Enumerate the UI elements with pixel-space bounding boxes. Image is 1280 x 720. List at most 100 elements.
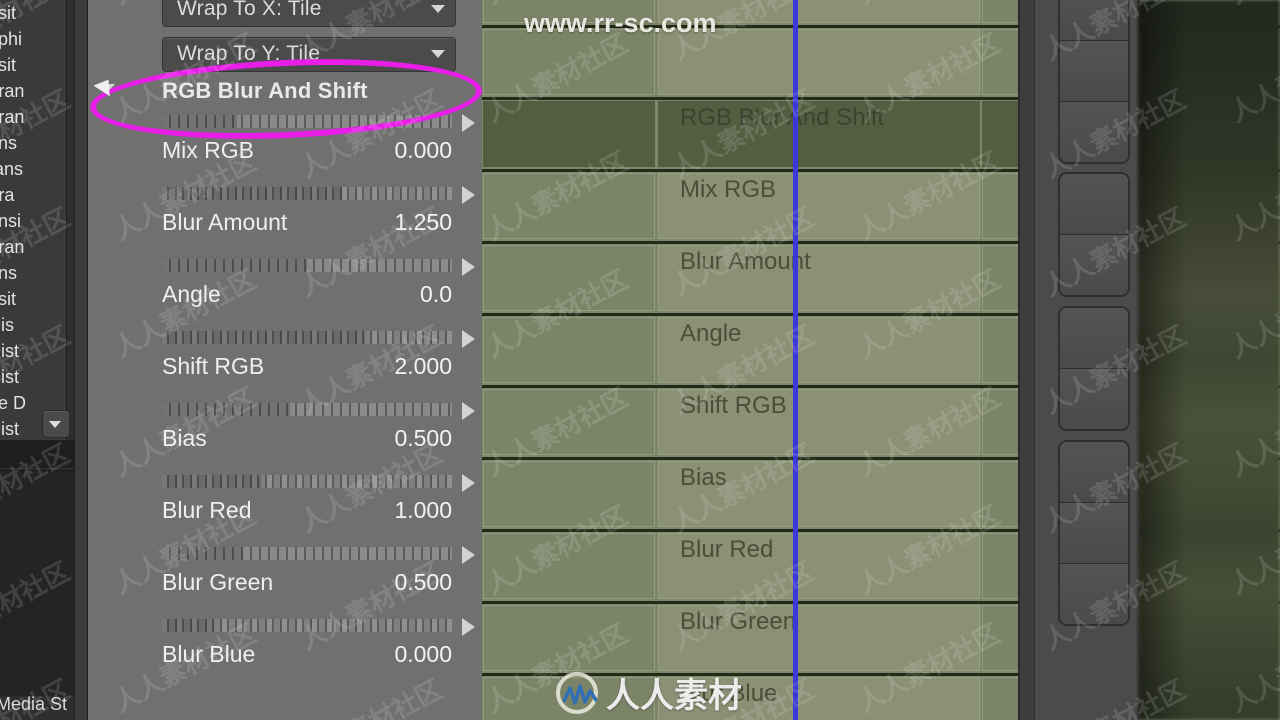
triangle-right-icon[interactable] bbox=[462, 330, 475, 348]
timeline-row-label: Blur Blue bbox=[680, 680, 778, 707]
effect-group-title[interactable]: RGB Blur And Shift bbox=[162, 78, 462, 104]
rail-button-group[interactable] bbox=[1058, 306, 1130, 431]
rail-button[interactable] bbox=[1060, 442, 1128, 503]
timeline-cell-left[interactable] bbox=[483, 317, 655, 383]
parameter-value[interactable]: 0.500 bbox=[266, 425, 452, 452]
parameter-value[interactable]: 1.250 bbox=[266, 209, 452, 236]
effects-list-item[interactable]: Dist bbox=[0, 338, 66, 364]
parameter-row: Blur Green 0.500 bbox=[86, 546, 482, 619]
triangle-right-icon[interactable] bbox=[462, 618, 475, 636]
effects-list-item[interactable]: Tra bbox=[0, 182, 66, 208]
wrap-to-x-label: Wrap To X: Tile bbox=[177, 0, 322, 20]
triangle-right-icon[interactable] bbox=[462, 474, 475, 492]
parameter-label: Mix RGB bbox=[162, 137, 254, 163]
parameter-row: Shift RGB 2.000 bbox=[86, 330, 482, 403]
browser-lower-pane[interactable] bbox=[0, 470, 75, 696]
playhead-marker[interactable] bbox=[793, 0, 798, 720]
slider-fill bbox=[162, 619, 215, 632]
parameter-slider[interactable] bbox=[162, 547, 452, 560]
timeline-cell-left[interactable] bbox=[483, 0, 655, 23]
timeline-row-label: Bias bbox=[680, 464, 727, 491]
parameter-panel[interactable]: Wrap To X: Tile Wrap To Y: Tile RGB Blur… bbox=[86, 0, 482, 720]
parameter-row: Bias 0.500 bbox=[86, 402, 482, 475]
slider-fill bbox=[162, 259, 307, 272]
rail-button-group[interactable] bbox=[1058, 440, 1130, 626]
triangle-right-icon[interactable] bbox=[462, 258, 475, 276]
effects-list-item[interactable]: Dist bbox=[0, 364, 66, 390]
effects-list-item[interactable]: nsit bbox=[0, 0, 66, 26]
rail-button[interactable] bbox=[1060, 235, 1128, 295]
triangle-right-icon[interactable] bbox=[462, 186, 475, 204]
timeline-cell-left[interactable] bbox=[483, 605, 655, 671]
wrap-to-x-dropdown[interactable]: Wrap To X: Tile bbox=[162, 0, 456, 27]
effects-list[interactable]: nsitophinsitTranTranansransTraansiTranan… bbox=[0, 0, 67, 440]
effects-list-item[interactable]: ans bbox=[0, 260, 66, 286]
parameter-value[interactable]: 2.000 bbox=[266, 353, 452, 380]
timeline-cell-left[interactable] bbox=[483, 29, 655, 95]
timeline-cell-left[interactable] bbox=[483, 677, 655, 720]
timeline-cell-left[interactable] bbox=[483, 245, 655, 311]
rail-button[interactable] bbox=[1060, 564, 1128, 624]
effects-list-item[interactable]: ophi bbox=[0, 26, 66, 52]
parameter-row: Blur Red 1.000 bbox=[86, 474, 482, 547]
parameter-slider[interactable] bbox=[162, 187, 452, 200]
rail-button[interactable] bbox=[1060, 41, 1128, 102]
triangle-right-icon[interactable] bbox=[462, 402, 475, 420]
timeline-cell-main[interactable] bbox=[658, 29, 980, 95]
rail-separator bbox=[1020, 0, 1035, 720]
effects-list-item[interactable]: Dis bbox=[0, 312, 66, 338]
parameter-value[interactable]: 0.500 bbox=[266, 569, 452, 596]
effects-list-item[interactable]: Tran bbox=[0, 78, 66, 104]
timeline-cell-left[interactable] bbox=[483, 461, 655, 527]
rail-button[interactable] bbox=[1060, 174, 1128, 235]
timeline-cell-left[interactable] bbox=[483, 173, 655, 239]
browser-divider bbox=[0, 440, 74, 468]
parameter-row: Mix RGB 0.000 bbox=[86, 114, 482, 187]
chevron-down-icon bbox=[431, 5, 445, 13]
effects-list-item[interactable]: ans bbox=[0, 130, 66, 156]
chevron-down-icon[interactable] bbox=[42, 410, 70, 438]
rail-button-group[interactable] bbox=[1058, 0, 1130, 164]
effects-list-item[interactable]: Tran bbox=[0, 234, 66, 260]
triangle-right-icon[interactable] bbox=[462, 114, 475, 132]
triangle-right-icon[interactable] bbox=[462, 546, 475, 564]
rail-button[interactable] bbox=[1060, 102, 1128, 162]
rail-button[interactable] bbox=[1060, 308, 1128, 369]
effects-list-item[interactable]: Tran bbox=[0, 104, 66, 130]
parameter-slider[interactable] bbox=[162, 331, 452, 344]
parameter-value[interactable]: 0.000 bbox=[266, 641, 452, 668]
parameter-label: Shift RGB bbox=[162, 353, 265, 379]
timeline-cell-main[interactable] bbox=[658, 0, 980, 23]
effects-browser[interactable]: nsitophinsitTranTranansransTraansiTranan… bbox=[0, 0, 88, 720]
timeline-row-label: Angle bbox=[680, 320, 742, 347]
chevron-down-icon bbox=[431, 50, 445, 58]
timeline-cell-left[interactable] bbox=[483, 533, 655, 599]
effects-list-item[interactable]: ansi bbox=[0, 208, 66, 234]
effects-list-item[interactable]: nsit bbox=[0, 286, 66, 312]
effects-list-item[interactable]: nsit bbox=[0, 52, 66, 78]
timeline-cell-left[interactable] bbox=[483, 389, 655, 455]
parameter-value[interactable]: 0.000 bbox=[266, 137, 452, 164]
parameter-value[interactable]: 1.000 bbox=[266, 497, 452, 524]
parameter-label: Bias bbox=[162, 425, 207, 451]
parameter-slider[interactable] bbox=[162, 115, 452, 128]
panel-divider[interactable] bbox=[74, 0, 88, 720]
rail-button[interactable] bbox=[1060, 369, 1128, 429]
timeline-cell-left[interactable] bbox=[483, 101, 655, 167]
slider-fill bbox=[162, 403, 290, 416]
timeline-row-label: Blur Green bbox=[680, 608, 797, 635]
wrap-to-y-dropdown[interactable]: Wrap To Y: Tile bbox=[162, 37, 456, 72]
rail-button[interactable] bbox=[1060, 0, 1128, 41]
parameter-slider[interactable] bbox=[162, 403, 452, 416]
effects-list-item[interactable]: rans bbox=[0, 156, 66, 182]
timeline-row-label: RGB Blur And Shift bbox=[680, 104, 885, 131]
slider-fill bbox=[162, 547, 244, 560]
parameter-value[interactable]: 0.0 bbox=[266, 281, 452, 308]
parameter-slider[interactable] bbox=[162, 619, 452, 632]
right-tool-rail[interactable] bbox=[1018, 0, 1140, 720]
parameter-row: Angle 0.0 bbox=[86, 258, 482, 331]
parameter-slider[interactable] bbox=[162, 259, 452, 272]
parameter-slider[interactable] bbox=[162, 475, 452, 488]
rail-button-group[interactable] bbox=[1058, 172, 1130, 297]
rail-button[interactable] bbox=[1060, 503, 1128, 564]
